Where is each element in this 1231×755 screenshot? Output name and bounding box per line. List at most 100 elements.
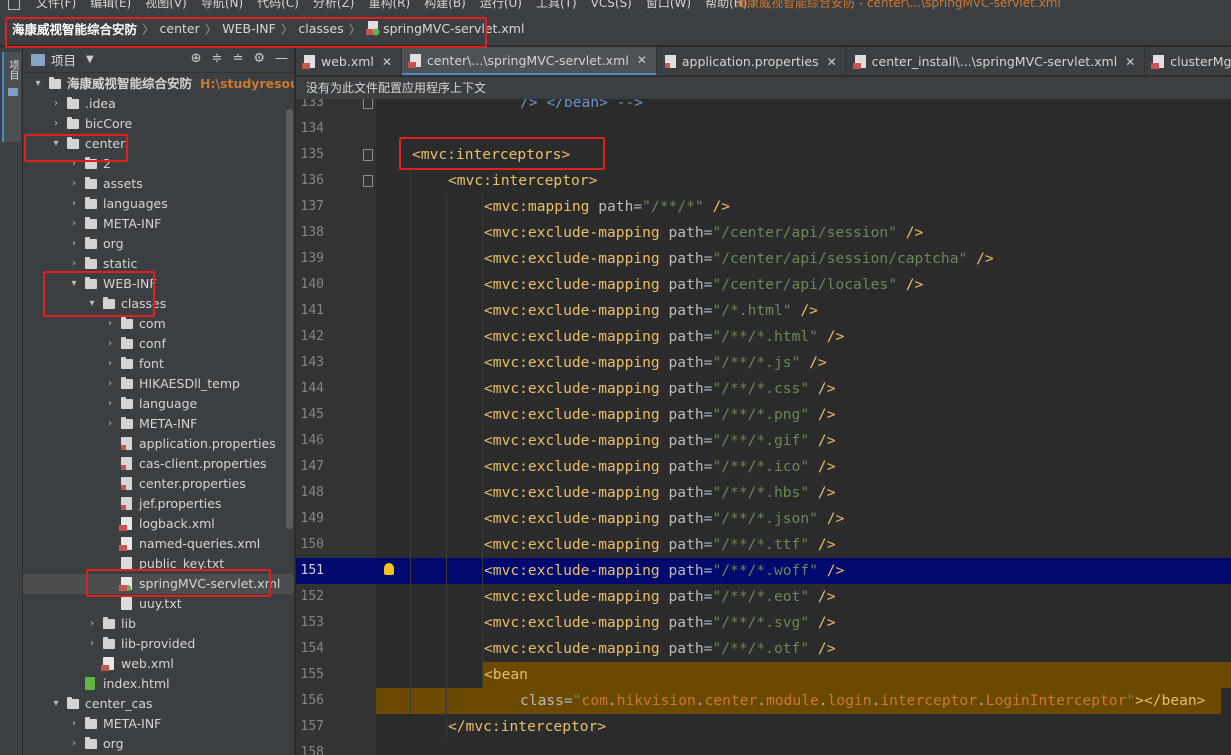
chevron-right-icon[interactable]: › [105, 414, 115, 434]
fold-marker-icon[interactable] [363, 175, 373, 187]
chevron-right-icon[interactable]: › [105, 374, 115, 394]
tree-file[interactable]: cas-client.properties [23, 454, 294, 474]
fold-marker-icon[interactable] [363, 99, 373, 109]
chevron-down-icon[interactable]: ▼ [86, 54, 94, 65]
menu-view[interactable]: 视图(V) [145, 0, 187, 10]
code-line[interactable]: 145 <mvc:exclude-mapping path="/**/*.png"… [296, 402, 1231, 428]
project-view-selector[interactable]: 项目 [51, 50, 76, 69]
fold-marker-icon[interactable] [363, 149, 373, 161]
lightbulb-icon[interactable] [384, 563, 394, 575]
tree-file[interactable]: jef.properties [23, 494, 294, 514]
code-line[interactable]: 142 <mvc:exclude-mapping path="/**/*.html… [296, 324, 1231, 350]
expand-all-icon[interactable]: ≐ [232, 51, 243, 66]
project-scrollbar[interactable] [286, 109, 293, 529]
chevron-right-icon[interactable]: › [105, 334, 115, 354]
close-icon[interactable]: ✕ [637, 53, 647, 67]
code-line[interactable]: 149 <mvc:exclude-mapping path="/**/*.json… [296, 506, 1231, 532]
chevron-right-icon[interactable]: › [69, 714, 79, 734]
code-line[interactable]: 144 <mvc:exclude-mapping path="/**/*.css"… [296, 376, 1231, 402]
tree-folder[interactable]: › com [23, 314, 294, 334]
chevron-down-icon[interactable]: ▾ [33, 74, 43, 94]
locate-icon[interactable]: ⊕ [191, 51, 202, 66]
tree-folder[interactable]: › conf [23, 334, 294, 354]
code-line[interactable]: 154 <mvc:exclude-mapping path="/**/*.otf"… [296, 636, 1231, 662]
tree-folder[interactable]: › language [23, 394, 294, 414]
tree-folder[interactable]: › org [23, 734, 294, 754]
close-icon[interactable]: ✕ [382, 55, 392, 69]
code-line[interactable]: 158 [296, 740, 1231, 755]
minimize-icon[interactable]: — [275, 51, 288, 66]
tree-folder[interactable]: › lib-provided [23, 634, 294, 654]
tree-file[interactable]: named-queries.xml [23, 534, 294, 554]
code-line[interactable]: 140 <mvc:exclude-mapping path="/center/ap… [296, 272, 1231, 298]
code-line[interactable]: 153 <mvc:exclude-mapping path="/**/*.svg"… [296, 610, 1231, 636]
code-line[interactable]: 139 <mvc:exclude-mapping path="/center/ap… [296, 246, 1231, 272]
menu-navigate[interactable]: 导航(N) [201, 0, 243, 10]
tree-file[interactable]: index.html [23, 674, 294, 694]
tree-file[interactable]: application.properties [23, 434, 294, 454]
tree-folder[interactable]: › lib [23, 614, 294, 634]
chevron-right-icon[interactable]: › [105, 394, 115, 414]
tree-file[interactable]: center.properties [23, 474, 294, 494]
tree-folder[interactable]: › META-INF [23, 414, 294, 434]
chevron-right-icon[interactable]: › [69, 174, 79, 194]
chevron-right-icon[interactable]: › [87, 614, 97, 634]
menu-build[interactable]: 构建(B) [424, 0, 466, 10]
tab-springmvc-servlet-center[interactable]: center\...\springMVC-servlet.xml ✕ [401, 47, 657, 75]
chevron-right-icon[interactable]: › [105, 314, 115, 334]
code-line[interactable]: 150 <mvc:exclude-mapping path="/**/*.ttf"… [296, 532, 1231, 558]
tree-folder[interactable]: › HIKAESDll_temp [23, 374, 294, 394]
code-line[interactable]: 157 </mvc:interceptor> [296, 714, 1231, 740]
tree-folder[interactable]: › languages [23, 194, 294, 214]
tab-springmvc-servlet-center-install[interactable]: center_install\...\springMVC-servlet.xml… [847, 47, 1146, 75]
tree-folder[interactable]: › bicCore [23, 114, 294, 134]
chevron-right-icon[interactable]: › [69, 234, 79, 254]
code-line[interactable]: 137 <mvc:mapping path="/**/*" /> [296, 194, 1231, 220]
tree-file[interactable]: logback.xml [23, 514, 294, 534]
tree-folder[interactable]: › assets [23, 174, 294, 194]
chevron-right-icon[interactable]: › [69, 194, 79, 214]
code-line[interactable]: 155 <bean [296, 662, 1231, 688]
tree-file[interactable]: uuy.txt [23, 594, 294, 614]
tab-application-properties[interactable]: application.properties ✕ [657, 47, 847, 75]
tree-folder[interactable]: › .idea [23, 94, 294, 114]
menu-run[interactable]: 运行(U) [480, 0, 522, 10]
chevron-right-icon[interactable]: › [69, 734, 79, 754]
tree-folder[interactable]: ▾ 海康威视智能综合安防H:\studyresource\ [23, 74, 294, 94]
menu-refactor[interactable]: 重构(R) [369, 0, 411, 10]
menu-analyze[interactable]: 分析(Z) [313, 0, 355, 10]
menu-edit[interactable]: 编辑(E) [90, 0, 131, 10]
menu-code[interactable]: 代码(C) [257, 0, 299, 10]
tree-folder[interactable]: › META-INF [23, 214, 294, 234]
tree-folder[interactable]: › META-INF [23, 714, 294, 734]
chevron-down-icon[interactable]: ▾ [51, 694, 61, 714]
collapse-all-icon[interactable]: ≑ [212, 51, 223, 66]
tab-web-xml[interactable]: web.xml ✕ [296, 47, 402, 75]
chevron-right-icon[interactable]: › [51, 94, 61, 114]
menu-tools[interactable]: 工具(T) [536, 0, 577, 10]
project-tool-tab[interactable]: 项目 [2, 52, 21, 142]
tree-folder[interactable]: › org [23, 234, 294, 254]
code-line[interactable]: 138 <mvc:exclude-mapping path="/center/ap… [296, 220, 1231, 246]
tree-folder[interactable]: ▾ center_cas [23, 694, 294, 714]
code-line[interactable]: 156 class="com.hikvision.center.module.lo… [296, 688, 1231, 714]
tree-file[interactable]: web.xml [23, 654, 294, 674]
gear-icon[interactable]: ⚙ [253, 51, 265, 66]
close-icon[interactable]: ✕ [827, 55, 837, 69]
code-line[interactable]: 147 <mvc:exclude-mapping path="/**/*.ico"… [296, 454, 1231, 480]
code-editor[interactable]: 133/> </bean> --> 134 135 <mvc:interceptors… [296, 99, 1231, 755]
code-line[interactable]: 152 <mvc:exclude-mapping path="/**/*.eot"… [296, 584, 1231, 610]
code-line[interactable]: 143 <mvc:exclude-mapping path="/**/*.js" … [296, 350, 1231, 376]
tree-folder[interactable]: › font [23, 354, 294, 374]
close-icon[interactable]: ✕ [1125, 55, 1135, 69]
code-line[interactable]: 146 <mvc:exclude-mapping path="/**/*.gif"… [296, 428, 1231, 454]
menu-vcs[interactable]: VCS(S) [591, 0, 632, 10]
menu-window[interactable]: 窗口(W) [646, 0, 691, 10]
chevron-right-icon[interactable]: › [69, 214, 79, 234]
chevron-right-icon[interactable]: › [51, 114, 61, 134]
menu-file[interactable]: 文件(F) [36, 0, 76, 10]
code-line[interactable]: 148 <mvc:exclude-mapping path="/**/*.hbs"… [296, 480, 1231, 506]
tab-cluster-mgr-spring[interactable]: clusterMgr\...\spring [1145, 47, 1231, 75]
code-line[interactable]: 133 /> </bean> --> [296, 99, 1231, 116]
chevron-right-icon[interactable]: › [87, 634, 97, 654]
